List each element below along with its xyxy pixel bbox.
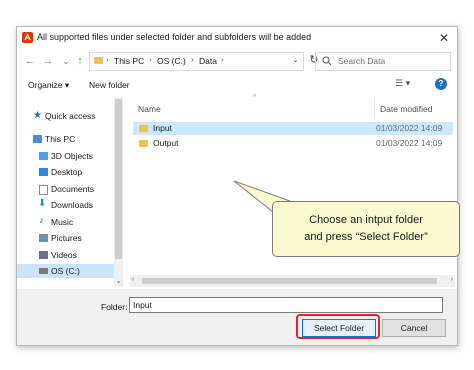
- picture-icon: [39, 234, 48, 242]
- new-folder-button[interactable]: New folder: [89, 80, 130, 90]
- column-header-name[interactable]: Name: [138, 104, 161, 114]
- search-icon: [322, 56, 332, 68]
- sidebar-item-label: 3D Objects: [51, 151, 94, 161]
- acrobat-app-icon: [22, 32, 33, 43]
- close-button[interactable]: ✕: [435, 29, 453, 47]
- sidebar-item-label: Music: [51, 217, 74, 227]
- folder-icon: [139, 140, 148, 147]
- music-icon: ♪: [39, 215, 44, 226]
- file-date: 01/03/2022 14:09: [376, 123, 443, 133]
- video-icon: [39, 251, 48, 259]
- search-input[interactable]: [338, 55, 443, 67]
- sidebar-item-quick-access[interactable]: ★ Quick access: [17, 109, 117, 123]
- select-folder-highlight: [296, 314, 380, 339]
- help-button[interactable]: ?: [435, 78, 447, 90]
- sidebar-item-label: Pictures: [51, 233, 82, 243]
- cube-icon: [39, 152, 48, 160]
- sort-ascending-icon: ^: [253, 94, 257, 101]
- dialog-footer: Folder: Select Folder Cancel: [17, 289, 457, 345]
- up-button[interactable]: ↑: [73, 53, 87, 69]
- dialog-title: All supported files under selected folde…: [37, 32, 312, 42]
- file-row-input[interactable]: Input 01/03/2022 14:09: [133, 122, 453, 135]
- navigation-bar: ← → ⌄ ↑ › This PC › OS (C:) › Data › ⌄ ↻: [17, 49, 457, 73]
- sidebar-item-label: Downloads: [51, 200, 94, 210]
- sidebar-scrollbar[interactable]: ⌄: [114, 97, 123, 287]
- sidebar-item-label: OS (C:): [51, 266, 80, 276]
- breadcrumb-os-drive[interactable]: OS (C:): [157, 56, 186, 66]
- organize-button[interactable]: Organize ▾: [28, 80, 69, 91]
- chevron-right-icon[interactable]: ›: [221, 55, 224, 64]
- sidebar-item-label: Desktop: [51, 167, 83, 177]
- folder-name-field[interactable]: [129, 297, 443, 313]
- sidebar-item-downloads[interactable]: ⬇ Downloads: [17, 198, 117, 212]
- chevron-left-icon[interactable]: ‹: [132, 276, 134, 283]
- recent-locations-button[interactable]: ⌄: [59, 53, 73, 69]
- chevron-right-icon[interactable]: ›: [451, 276, 453, 283]
- breadcrumb-this-pc[interactable]: This PC: [114, 56, 144, 66]
- command-bar: Organize ▾ New folder ☰ ▾ ?: [17, 75, 457, 95]
- chevron-down-icon[interactable]: ⌄: [114, 277, 123, 287]
- column-header-date-modified[interactable]: Date modified: [380, 104, 432, 114]
- computer-icon: [33, 135, 42, 143]
- file-name: Output: [153, 138, 179, 148]
- sidebar-item-3d-objects[interactable]: 3D Objects: [17, 149, 117, 163]
- chevron-down-icon[interactable]: ⌄: [292, 55, 299, 64]
- file-date: 01/03/2022 14:09: [376, 138, 443, 148]
- cancel-button[interactable]: Cancel: [382, 319, 446, 337]
- folder-icon: [139, 125, 148, 132]
- navigation-pane: ★ Quick access This PC 3D Objects Deskto…: [17, 97, 124, 287]
- search-box[interactable]: [315, 52, 451, 71]
- folder-icon: [94, 57, 103, 64]
- sidebar-item-label: This PC: [45, 134, 76, 144]
- callout-line-1: Choose an intput folder: [309, 214, 423, 226]
- star-icon: ★: [33, 110, 42, 121]
- sidebar-item-label: Videos: [51, 250, 77, 260]
- chevron-right-icon[interactable]: ›: [191, 55, 194, 64]
- sidebar-item-os-drive[interactable]: OS (C:): [17, 264, 117, 278]
- callout-line-2: and press “Select Folder”: [304, 231, 428, 243]
- sidebar-item-documents[interactable]: Documents: [17, 182, 117, 196]
- file-list-scrollbar[interactable]: ‹ ›: [130, 275, 455, 287]
- scrollbar-thumb[interactable]: [115, 99, 122, 259]
- instruction-callout: Choose an intput folder and press “Selec…: [272, 201, 460, 257]
- sidebar-item-this-pc[interactable]: This PC: [17, 132, 117, 146]
- file-row-output[interactable]: Output 01/03/2022 14:09: [133, 137, 453, 150]
- download-icon: ⬇: [38, 198, 47, 209]
- sidebar-item-pictures[interactable]: Pictures: [17, 231, 117, 245]
- title-bar: All supported files under selected folde…: [17, 27, 457, 49]
- document-icon: [39, 185, 48, 195]
- scrollbar-thumb[interactable]: [142, 278, 437, 284]
- file-list: ^ Name Date modified Input 01/03/2022 14…: [130, 94, 455, 287]
- sidebar-item-label: Quick access: [45, 111, 96, 121]
- breadcrumb-data[interactable]: Data: [199, 56, 217, 66]
- folder-label: Folder:: [101, 302, 128, 312]
- file-name: Input: [153, 123, 172, 133]
- back-button[interactable]: ←: [23, 53, 37, 69]
- chevron-right-icon[interactable]: ›: [149, 55, 152, 64]
- view-options-button[interactable]: ☰ ▾: [395, 78, 410, 89]
- chevron-right-icon[interactable]: ›: [106, 55, 109, 64]
- sidebar-item-videos[interactable]: Videos: [17, 248, 117, 262]
- desktop-icon: [39, 168, 48, 176]
- sidebar-item-desktop[interactable]: Desktop: [17, 165, 117, 179]
- address-bar[interactable]: › This PC › OS (C:) › Data › ⌄: [89, 52, 304, 71]
- sidebar-item-label: Documents: [51, 184, 94, 194]
- forward-button[interactable]: →: [41, 53, 55, 69]
- sidebar-item-music[interactable]: ♪ Music: [17, 215, 117, 229]
- column-divider[interactable]: [374, 99, 375, 117]
- folder-picker-dialog: All supported files under selected folde…: [16, 26, 460, 346]
- drive-icon: [39, 268, 48, 274]
